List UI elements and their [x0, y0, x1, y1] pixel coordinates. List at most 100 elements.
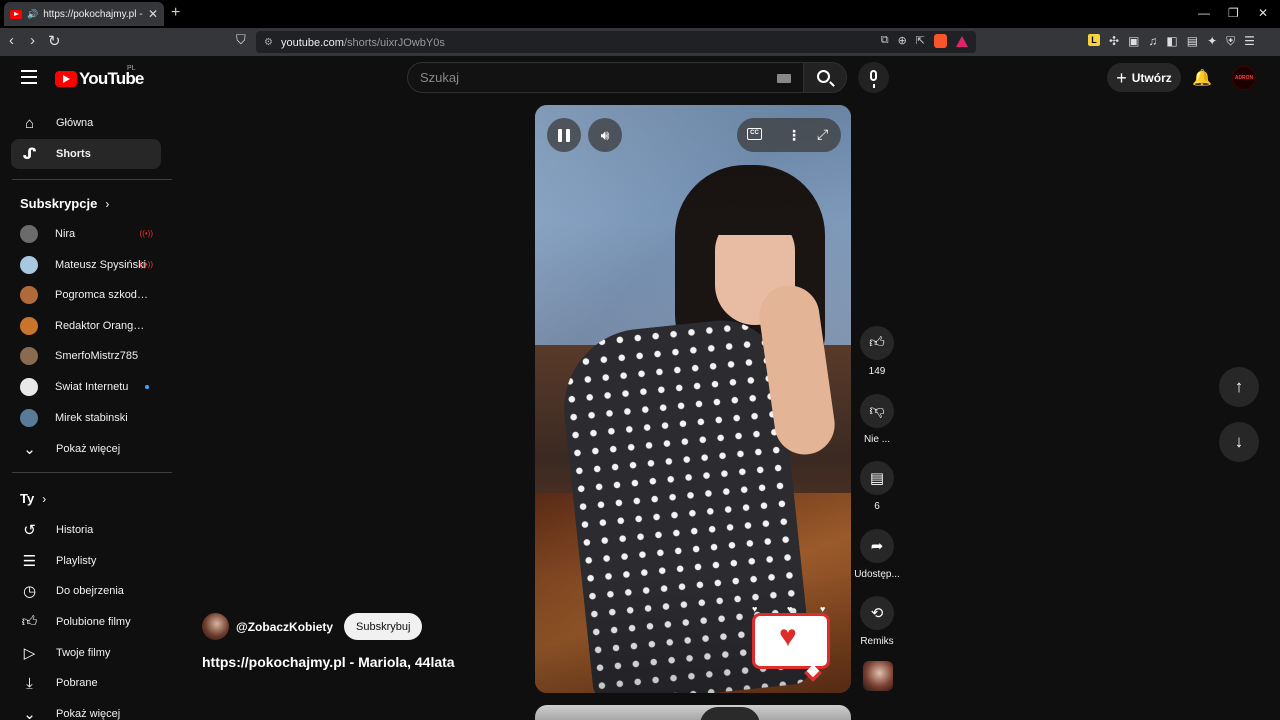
dislike-action[interactable]: 👎︎ Nie ... — [853, 394, 901, 445]
sidebar-item-liked-videos[interactable]: 👍︎ Polubione filmy — [11, 607, 161, 637]
you-heading[interactable]: Ty › — [20, 491, 46, 506]
sidebar-show-more-you[interactable]: ⌄ Pokaż więcej — [11, 699, 161, 720]
comments-action[interactable]: ▤ 6 — [853, 461, 901, 512]
microphone-icon — [870, 70, 877, 88]
sidebar-subscription-mateusz[interactable]: Mateusz Spysiński ((•)) — [11, 250, 161, 280]
minimize-button[interactable]: — — [1198, 6, 1210, 20]
forward-icon[interactable]: › — [30, 32, 35, 49]
share-page-icon[interactable]: ⇱ — [916, 34, 925, 48]
subscribe-button[interactable]: Subskrybuj — [344, 613, 423, 640]
like-action[interactable]: 👍︎ 149 — [853, 326, 901, 377]
extension-box-icon[interactable]: ▣ — [1128, 34, 1139, 49]
extension-l-icon[interactable]: L — [1088, 34, 1100, 46]
like-count: 149 — [868, 366, 886, 377]
sidebar-item-downloads[interactable]: ⤓ Pobrane — [11, 668, 161, 698]
shorts-icon: ᔑ — [22, 146, 37, 163]
heart-icon: ♥ — [779, 620, 797, 653]
address-bar[interactable]: ⚙ youtube.com/shorts/uixrJOwbY0s ⧉ ⊕ ⇱ — [256, 31, 976, 53]
keyboard-icon[interactable] — [777, 74, 791, 83]
guide-menu-icon[interactable] — [21, 70, 37, 84]
sidebar-item-label: Shorts — [56, 148, 91, 160]
sidebar-subscription-smerfomistrz[interactable]: SmerfoMistrz785 — [11, 341, 161, 371]
more-options-icon[interactable]: ⋮ — [787, 127, 801, 144]
menu-icon[interactable]: ☰ — [1244, 34, 1255, 49]
sidebar-item-home[interactable]: ⌂ Główna — [11, 108, 161, 138]
leo-ai-icon[interactable]: ✦ — [1207, 34, 1217, 49]
extensions-puzzle-icon[interactable]: ✣ — [1109, 34, 1119, 49]
comment-icon[interactable]: ▤ — [860, 461, 894, 495]
avatar — [20, 378, 38, 396]
sidebar-subscription-nira[interactable]: Nira ((•)) — [11, 219, 161, 249]
new-tab-button[interactable]: + — [171, 4, 180, 22]
channel-name[interactable]: @ZobaczKobiety — [236, 620, 333, 634]
next-short-preview[interactable] — [535, 705, 851, 720]
previous-short-button[interactable]: ↑ — [1219, 367, 1259, 407]
sidebar-item-your-videos[interactable]: ▷ Twoje filmy — [11, 638, 161, 668]
voice-search-button[interactable] — [858, 62, 889, 93]
volume-button[interactable]: 🔊︎ — [588, 118, 622, 152]
subscriptions-heading[interactable]: Subskrypcje › — [20, 196, 109, 211]
brave-shields-icon[interactable] — [934, 34, 947, 48]
avatar — [20, 225, 38, 243]
back-icon[interactable]: ‹ — [9, 32, 14, 49]
bookmark-icon[interactable]: ⛉ — [236, 32, 246, 48]
subscription-label: SmerfoMistrz785 — [55, 350, 139, 362]
reload-icon[interactable]: ↻ — [48, 32, 61, 50]
your-videos-icon: ▷ — [23, 645, 36, 662]
brave-rewards-icon[interactable] — [956, 36, 968, 47]
download-icon: ⤓ — [26, 674, 33, 692]
sidebar-subscription-mirek[interactable]: Mirek stabinski — [11, 403, 161, 433]
sidebar-item-label: Pobrane — [56, 677, 98, 689]
share-action[interactable]: ➦ Udostęp... — [853, 529, 901, 580]
search-button[interactable] — [803, 62, 847, 93]
pause-button[interactable] — [547, 118, 581, 152]
sidebar-item-label: Historia — [56, 524, 94, 536]
remix-action[interactable]: ⟲ Remiks — [853, 596, 901, 647]
open-in-app-icon[interactable]: ⧉ — [881, 34, 889, 48]
subscription-label: Pogromca szkodni... — [55, 289, 149, 301]
channel-avatar[interactable] — [202, 613, 229, 640]
media-controls-icon[interactable]: ♫ — [1148, 34, 1157, 49]
avatar — [20, 286, 38, 304]
maximize-button[interactable]: ❐ — [1228, 6, 1239, 20]
short-title[interactable]: https://pokochajmy.pl - Mariola, 44lata — [202, 654, 455, 670]
fullscreen-icon[interactable]: ⤢ — [817, 126, 828, 143]
sidebar-subscription-swiat-internetu[interactable]: Świat Internetu — [11, 372, 161, 402]
sidebar-toggle-icon[interactable]: ◧ — [1166, 34, 1177, 49]
sidebar-item-label: Główna — [56, 117, 94, 129]
browser-tab[interactable]: 🔊 https://pokochajmy.pl - Mario ✕ — [4, 2, 164, 26]
sidebar-subscription-redaktor[interactable]: Redaktor Orangutan — [11, 311, 161, 341]
create-button[interactable]: + Utwórz — [1107, 63, 1181, 92]
sidebar-item-shorts[interactable]: ᔑ Shorts — [11, 139, 161, 169]
vpn-icon[interactable]: ⛨ — [1226, 34, 1235, 49]
zoom-icon[interactable]: ⊕ — [898, 34, 907, 48]
thumbs-up-icon[interactable]: 👍︎ — [860, 326, 894, 360]
tab-close-icon[interactable]: ✕ — [148, 7, 158, 21]
live-indicator-icon: ((•)) — [139, 229, 153, 238]
close-window-button[interactable]: ✕ — [1258, 6, 1268, 20]
thumbs-down-icon[interactable]: 👎︎ — [860, 394, 894, 428]
youtube-logo[interactable]: YouTube PL — [55, 65, 144, 89]
audio-playing-icon[interactable]: 🔊 — [27, 9, 38, 20]
wallet-icon[interactable]: ▤ — [1187, 34, 1198, 49]
next-short-button[interactable]: ↓ — [1219, 422, 1259, 462]
sidebar-show-more-subscriptions[interactable]: ⌄ Pokaż więcej — [11, 434, 161, 464]
arrow-down-icon: ↓ — [1234, 432, 1244, 451]
sidebar-item-history[interactable]: ↺ Historia — [11, 515, 161, 545]
site-info-icon[interactable]: ⚙ — [264, 37, 273, 48]
sidebar-item-playlists[interactable]: ☰ Playlisty — [11, 546, 161, 576]
sound-avatar[interactable] — [863, 661, 893, 691]
sidebar-divider — [12, 472, 172, 473]
remix-icon[interactable]: ⟲ — [860, 596, 894, 630]
chevron-right-icon: › — [42, 491, 47, 506]
captions-icon[interactable]: CC — [747, 128, 762, 140]
share-icon[interactable]: ➦ — [860, 529, 894, 563]
sidebar-item-watch-later[interactable]: ◷ Do obejrzenia — [11, 576, 161, 606]
notifications-bell-icon[interactable]: 🔔 — [1192, 68, 1212, 88]
thumbs-up-icon: 👍︎ — [21, 613, 38, 630]
account-avatar[interactable]: ADRON — [1232, 66, 1256, 90]
search-input[interactable]: Szukaj — [407, 62, 803, 93]
short-video-player[interactable] — [535, 105, 851, 693]
tab-title: https://pokochajmy.pl - Mario — [43, 8, 143, 20]
sidebar-subscription-pogromca[interactable]: Pogromca szkodni... — [11, 280, 161, 310]
